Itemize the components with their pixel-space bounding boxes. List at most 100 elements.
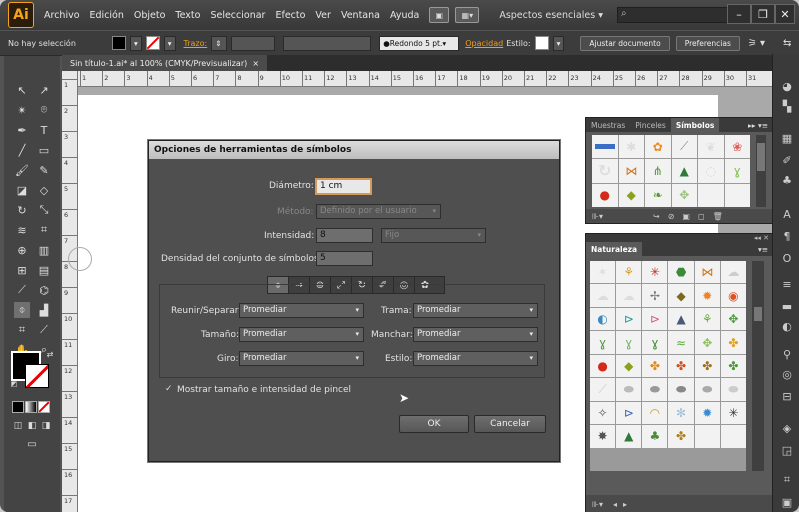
symbol-feather[interactable]: ⟋: [671, 135, 697, 159]
horizontal-ruler[interactable]: 1 2 3 4 5 6 7 8 9 10 11 12 13 14 15 16 17 18 19 20 21 22 23 24 2…: [78, 71, 772, 87]
menu-archivo[interactable]: Archivo: [44, 10, 80, 21]
none-mode-icon[interactable]: [38, 401, 50, 413]
swap-colors-icon[interactable]: ⇄: [42, 346, 58, 362]
fill-swatch[interactable]: [112, 36, 126, 50]
minimize-button[interactable]: –: [727, 4, 751, 24]
symbol-rock-2[interactable]: ⬬: [668, 378, 694, 401]
symbol-moss[interactable]: ✥: [671, 183, 697, 207]
symbol-brown-leaf[interactable]: ◆: [668, 284, 694, 307]
symbol-feather[interactable]: ⟋: [590, 378, 616, 401]
reunir-dropdown[interactable]: Promediar ▾: [239, 303, 364, 318]
manchar-dropdown[interactable]: Promediar ▾: [413, 327, 538, 342]
symbols-scrollbar[interactable]: [756, 135, 766, 207]
symbol-spider-red[interactable]: ✳: [642, 261, 668, 284]
stroke-swatch[interactable]: [145, 36, 160, 50]
draw-inside-icon[interactable]: ◨: [38, 418, 54, 434]
symbol-maple-leaf[interactable]: ✤: [720, 331, 746, 354]
symbol-grass-1[interactable]: ɣ: [590, 331, 616, 354]
panel-menu-icon[interactable]: ▸▸ ▾≡: [748, 121, 768, 130]
opentype-icon[interactable]: O: [779, 250, 795, 266]
shape-builder-tool-icon[interactable]: ⊕: [14, 242, 30, 258]
stroke-weight-stepper[interactable]: ⇕: [211, 35, 228, 51]
blend-tool-icon[interactable]: ⌬: [36, 282, 52, 298]
transparency-icon[interactable]: ◐: [779, 318, 795, 334]
direct-selection-tool-icon[interactable]: ↗: [36, 82, 52, 98]
symbol-grass-4[interactable]: ≈: [668, 331, 694, 354]
intensity-mode-dropdown[interactable]: Fijo ▾: [381, 228, 486, 243]
lasso-tool-icon[interactable]: ⌾: [36, 102, 52, 118]
gradient-icon[interactable]: ▬: [779, 298, 795, 314]
giro-dropdown[interactable]: Promediar ▾: [239, 351, 364, 366]
eraser-tool-icon[interactable]: ◇: [36, 182, 52, 198]
tab-naturaleza[interactable]: Naturaleza: [586, 242, 643, 256]
symbol-cloud-1[interactable]: ☁: [720, 261, 746, 284]
menu-ayuda[interactable]: Ayuda: [390, 10, 419, 21]
bridge-icon[interactable]: ▣: [429, 7, 450, 23]
break-link-icon[interactable]: ⊘: [668, 212, 675, 221]
symbol-dragonfly[interactable]: ✢: [642, 284, 668, 307]
symbol-blue-flower[interactable]: ✹: [694, 401, 720, 425]
pen-tool-icon[interactable]: ✒: [14, 122, 30, 138]
symbol-leaf-brown[interactable]: ✤: [694, 354, 720, 378]
close-tab-icon[interactable]: ×: [252, 59, 259, 68]
column-graph-tool-icon[interactable]: ▟: [36, 302, 52, 318]
warp-tool-icon[interactable]: ≋: [14, 222, 30, 238]
symbol-pink-flower[interactable]: ❀: [724, 135, 750, 159]
appearance-icon[interactable]: ⚲: [779, 346, 795, 362]
diameter-field[interactable]: 1 cm: [315, 178, 372, 195]
symbol-butterfly[interactable]: ⋈: [618, 159, 644, 183]
symbol-fish-teal[interactable]: ⊳: [616, 307, 642, 331]
artboards-icon[interactable]: ◲: [779, 442, 795, 458]
tab-pinceles[interactable]: Pinceles: [630, 118, 671, 132]
stroke-label[interactable]: Trazo:: [184, 39, 208, 48]
next-library-icon[interactable]: ▸: [623, 500, 627, 509]
symbol-palms[interactable]: ♣: [642, 425, 668, 448]
symbol-pebble-1[interactable]: ⬬: [616, 378, 642, 401]
symbol-scorpion[interactable]: ✧: [590, 401, 616, 425]
magic-wand-tool-icon[interactable]: ✴: [14, 102, 30, 118]
brush-dropdown[interactable]: ● Redondo 5 pt. ▾: [379, 35, 460, 51]
maximize-button[interactable]: ❐: [751, 4, 775, 24]
symbol-orange-flower[interactable]: ✿: [645, 135, 671, 159]
symbol-options-icon[interactable]: ▣: [682, 212, 690, 221]
prev-library-icon[interactable]: ◂: [613, 500, 617, 509]
brushes-icon[interactable]: ✐: [779, 152, 795, 168]
symbol-orange-fish[interactable]: ◉: [720, 284, 746, 307]
symbol-butterfly[interactable]: ⋈: [694, 261, 720, 284]
symbol-leaf-autumn[interactable]: ✤: [668, 425, 694, 448]
artboard-tool-icon[interactable]: ⌗: [14, 322, 30, 338]
screen-mode-icon[interactable]: ▭: [24, 436, 40, 452]
naturaleza-menu-icon[interactable]: ▾≡: [758, 245, 768, 254]
method-dropdown[interactable]: Definido por el usuario ▾: [316, 204, 441, 219]
rectangle-tool-icon[interactable]: ▭: [36, 142, 52, 158]
character-icon[interactable]: A: [779, 206, 795, 222]
symbol-rock[interactable]: ⬬: [642, 378, 668, 401]
menu-edicion[interactable]: Edición: [90, 10, 124, 21]
workspace-switcher[interactable]: Aspectos esenciales ▾: [499, 10, 603, 21]
symbol-green-grass[interactable]: ɣ: [724, 159, 750, 183]
new-symbol-icon[interactable]: ◻: [698, 212, 705, 221]
symbol-pine[interactable]: ▲: [616, 425, 642, 448]
symbol-fern[interactable]: ✥: [720, 307, 746, 331]
cancel-button[interactable]: Cancelar: [474, 415, 546, 433]
symbol-leaf-orange[interactable]: ✤: [642, 354, 668, 378]
symbol-spider[interactable]: ✳: [720, 401, 746, 425]
stroke-dropdown[interactable]: ▾: [163, 35, 176, 51]
blob-brush-tool-icon[interactable]: ◪: [14, 182, 30, 198]
menu-efecto[interactable]: Efecto: [275, 10, 305, 21]
swatches-icon[interactable]: ▦: [779, 130, 795, 146]
estilo-dropdown[interactable]: Promediar ▾: [413, 351, 538, 366]
symbol-blue-fish[interactable]: ⊳: [616, 401, 642, 425]
symbol-tree[interactable]: ▲: [671, 159, 697, 183]
eyedropper-tool-icon[interactable]: ⟋: [14, 282, 30, 298]
delete-symbol-icon[interactable]: 🗑: [713, 212, 723, 221]
paragraph-icon[interactable]: ¶: [779, 228, 795, 244]
symbols-icon[interactable]: ♣: [779, 172, 795, 188]
symbol-ladybug[interactable]: ●: [590, 354, 616, 378]
style-swatch[interactable]: [534, 36, 549, 50]
scale-tool-icon[interactable]: ⤡: [36, 202, 52, 218]
stroke-color-box[interactable]: [25, 364, 49, 388]
pathfinder-icon[interactable]: ▣: [779, 494, 795, 510]
ok-button[interactable]: OK: [399, 415, 469, 433]
graphic-styles-icon[interactable]: ◎: [779, 366, 795, 382]
